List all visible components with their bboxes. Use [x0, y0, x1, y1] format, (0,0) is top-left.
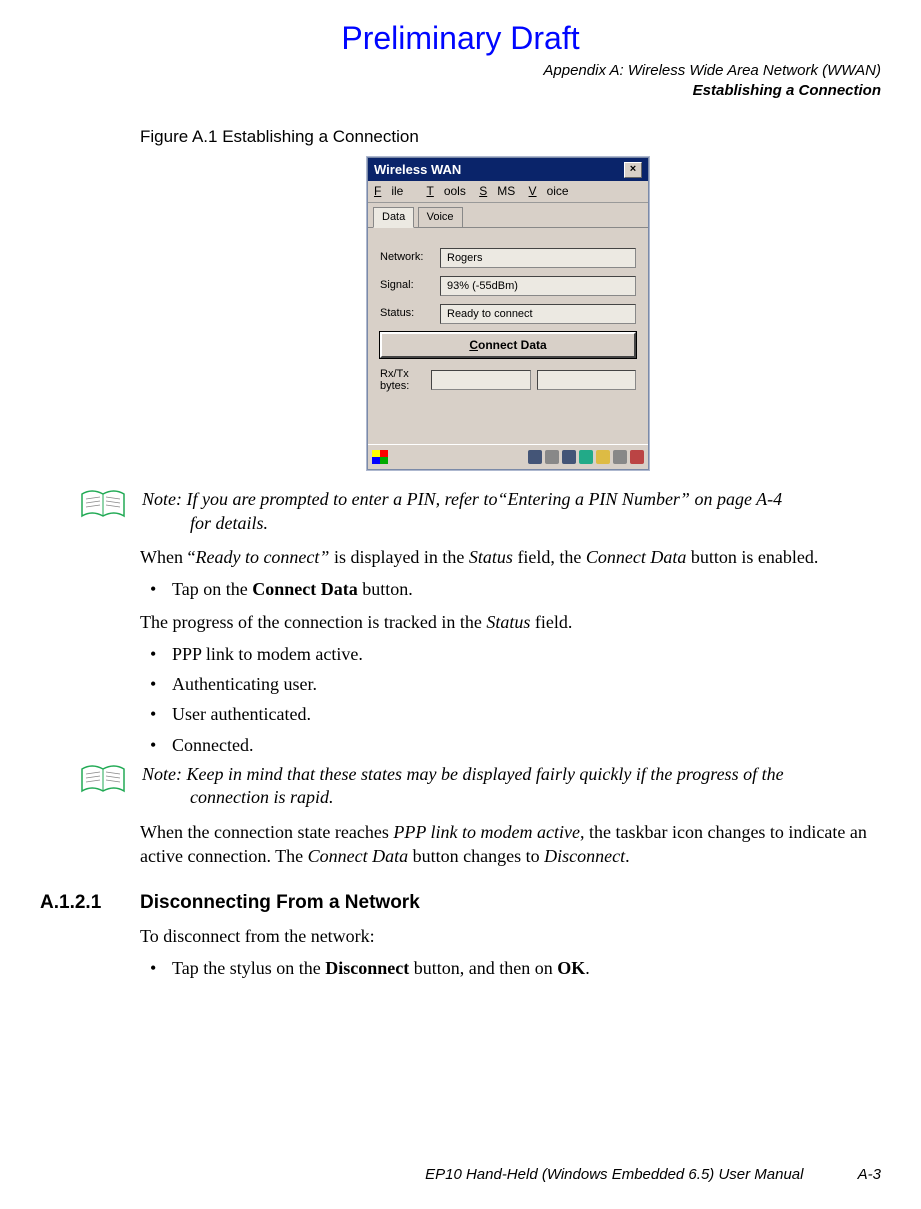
taskbar	[368, 444, 648, 469]
start-icon[interactable]	[372, 450, 388, 464]
list-item: PPP link to modem active.	[140, 642, 876, 666]
list-item: Connected.	[140, 733, 876, 757]
tab-strip: Data Voice	[368, 203, 648, 228]
book-icon	[80, 490, 126, 528]
status-label: Status:	[380, 306, 440, 321]
bullet-list-1: Tap on the Connect Data button.	[140, 577, 876, 601]
embedded-screenshot: Wireless WAN × File Tools SMS Voice Data…	[140, 157, 876, 470]
page-footer: EP10 Hand-Held (Windows Embedded 6.5) Us…	[425, 1166, 881, 1183]
list-item: Tap on the Connect Data button.	[140, 577, 876, 601]
wireless-wan-window: Wireless WAN × File Tools SMS Voice Data…	[367, 157, 649, 470]
signal-label: Signal:	[380, 278, 440, 293]
paragraph-ready-to-connect: When “Ready to connect” is displayed in …	[140, 545, 876, 569]
appendix-title: Appendix A: Wireless Wide Area Network (…	[40, 61, 881, 81]
list-item: User authenticated.	[140, 702, 876, 726]
paragraph-disconnect-intro: To disconnect from the network:	[140, 924, 876, 948]
system-tray	[528, 450, 644, 464]
page-header: Appendix A: Wireless Wide Area Network (…	[40, 61, 881, 100]
tab-data[interactable]: Data	[373, 207, 414, 228]
menu-sms[interactable]: SMS	[479, 184, 515, 198]
footer-doc-title: EP10 Hand-Held (Windows Embedded 6.5) Us…	[425, 1166, 803, 1183]
tray-icon[interactable]	[545, 450, 559, 464]
note-text: Note: Keep in mind that these states may…	[142, 763, 784, 810]
menu-voice[interactable]: Voice	[529, 184, 569, 198]
paragraph-progress: The progress of the connection is tracke…	[140, 610, 876, 634]
status-list: PPP link to modem active. Authenticating…	[140, 642, 876, 757]
note-block-1: Note: If you are prompted to enter a PIN…	[80, 488, 876, 535]
menu-file[interactable]: File	[374, 184, 413, 198]
subsection-heading: A.1.2.1 Disconnecting From a Network	[40, 890, 876, 916]
network-label: Network:	[380, 250, 440, 265]
window-body: Network: Rogers Signal: 93% (-55dBm) Sta…	[368, 228, 648, 444]
tray-icon[interactable]	[613, 450, 627, 464]
close-icon[interactable]: ×	[624, 162, 642, 178]
note-text: Note: If you are prompted to enter a PIN…	[142, 488, 782, 535]
bullet-list-2: Tap the stylus on the Disconnect button,…	[140, 956, 876, 980]
tray-icon[interactable]	[630, 450, 644, 464]
preliminary-draft-heading: Preliminary Draft	[40, 20, 881, 57]
window-titlebar: Wireless WAN ×	[368, 158, 648, 182]
menu-tools[interactable]: Tools	[426, 184, 465, 198]
tx-field	[537, 370, 637, 390]
tray-icon[interactable]	[579, 450, 593, 464]
section-title: Establishing a Connection	[40, 81, 881, 101]
window-title: Wireless WAN	[374, 161, 461, 179]
connect-data-button[interactable]: Connect Data	[380, 332, 636, 358]
tray-icon[interactable]	[562, 450, 576, 464]
paragraph-taskbar-change: When the connection state reaches PPP li…	[140, 820, 876, 869]
network-field: Rogers	[440, 248, 636, 268]
menu-bar: File Tools SMS Voice	[368, 181, 648, 202]
tab-voice[interactable]: Voice	[418, 207, 463, 227]
list-item: Authenticating user.	[140, 672, 876, 696]
rxtx-label: Rx/Tx bytes:	[380, 368, 425, 392]
status-field: Ready to connect	[440, 304, 636, 324]
footer-page-number: A-3	[858, 1166, 881, 1183]
subsection-title: Disconnecting From a Network	[140, 890, 420, 916]
note-block-2: Note: Keep in mind that these states may…	[80, 763, 876, 810]
signal-field: 93% (-55dBm)	[440, 276, 636, 296]
tray-icon[interactable]	[528, 450, 542, 464]
rx-field	[431, 370, 531, 390]
book-icon	[80, 765, 126, 803]
figure-caption: Figure A.1 Establishing a Connection	[140, 126, 876, 149]
subsection-number: A.1.2.1	[40, 890, 140, 916]
list-item: Tap the stylus on the Disconnect button,…	[140, 956, 876, 980]
tray-icon[interactable]	[596, 450, 610, 464]
